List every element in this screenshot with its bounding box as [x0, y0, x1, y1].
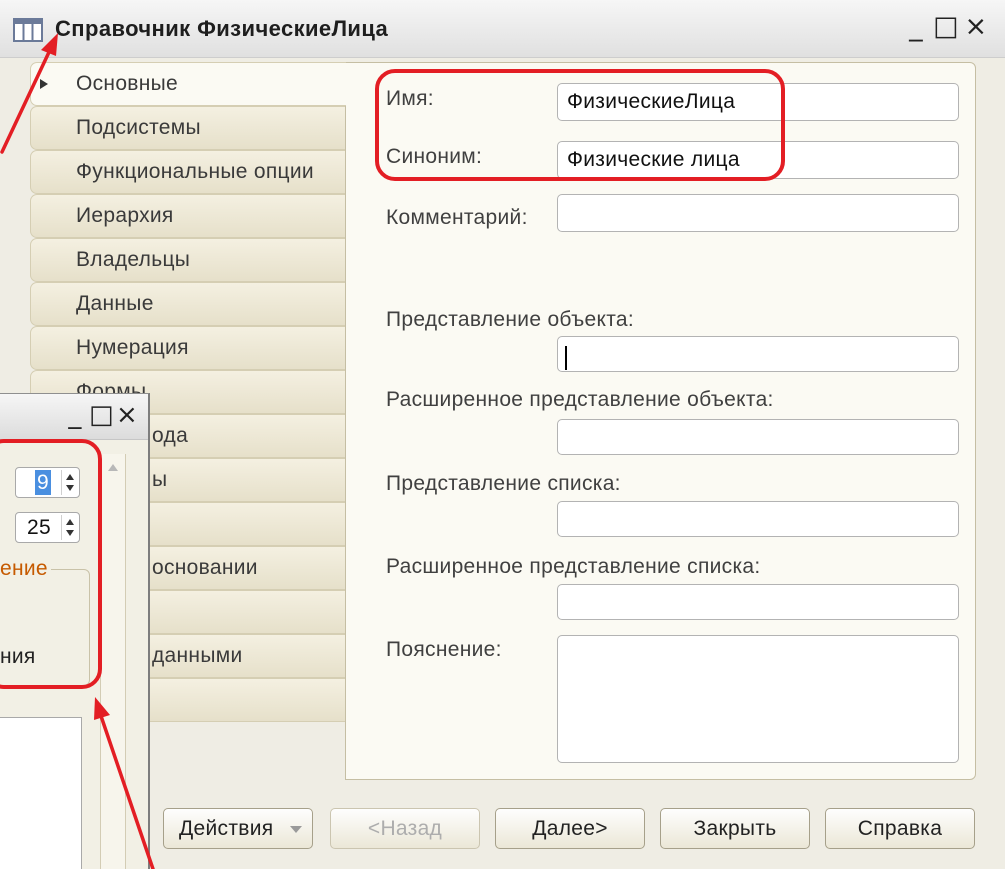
list-presentation-label: Представление списка:	[386, 472, 621, 495]
group-box-text: ния	[0, 645, 36, 668]
tab-label: ода	[152, 424, 189, 447]
name-label: Имя:	[386, 87, 434, 110]
vertical-scrollbar[interactable]	[100, 454, 126, 869]
tab-hierarchy[interactable]: Иерархия	[30, 194, 345, 238]
extended-list-presentation-label: Расширенное представление списка:	[386, 555, 761, 578]
spin-value: 9	[35, 470, 51, 495]
overlay-minimize-button[interactable]: _	[63, 397, 87, 433]
spin-value: 25	[27, 516, 51, 539]
chevron-down-icon	[290, 826, 302, 833]
synonym-label: Синоним:	[386, 145, 483, 168]
tab-label: Нумерация	[76, 336, 189, 359]
spin-buttons[interactable]	[61, 470, 77, 495]
actions-button-label: Действия	[179, 817, 274, 840]
scroll-up-icon[interactable]	[108, 464, 118, 471]
arrow-up-icon[interactable]	[66, 519, 74, 525]
number-spin-field[interactable]: 25	[15, 512, 80, 543]
arrow-down-icon[interactable]	[66, 485, 74, 491]
extended-list-presentation-field[interactable]	[557, 584, 959, 620]
actions-button[interactable]: Действия	[163, 808, 313, 849]
explanation-field[interactable]	[557, 635, 959, 763]
tab-label: Подсистемы	[76, 116, 201, 139]
arrow-down-icon[interactable]	[66, 530, 74, 536]
window-title: Справочник ФизическиеЛица	[55, 16, 389, 41]
tab-label: Иерархия	[76, 204, 174, 227]
synonym-field[interactable]	[557, 141, 959, 179]
comment-field[interactable]	[557, 194, 959, 232]
maximize-button[interactable]: □	[932, 9, 960, 45]
minimize-button[interactable]: _	[902, 9, 930, 45]
overlay-title-bar[interactable]: _ □ ×	[0, 394, 148, 440]
overlapping-window: _ □ × 9 25 ение ния	[0, 393, 150, 869]
comment-label: Комментарий:	[386, 206, 528, 229]
tab-label: Владельцы	[76, 248, 191, 271]
list-area[interactable]	[0, 717, 82, 869]
close-button[interactable]: ×	[962, 9, 990, 45]
object-presentation-field[interactable]	[557, 336, 959, 372]
overlay-maximize-button[interactable]: □	[89, 397, 114, 433]
group-box	[0, 569, 90, 686]
tab-owners[interactable]: Владельцы	[30, 238, 345, 282]
text-caret	[565, 346, 567, 370]
group-box-caption: ение	[0, 558, 51, 580]
tab-label: Функциональные опции	[76, 160, 314, 183]
triangle-right-icon	[40, 79, 48, 89]
tab-label: основании	[152, 556, 258, 579]
title-bar[interactable]: Справочник ФизическиеЛица _ □ ×	[0, 0, 1005, 58]
arrow-up-icon[interactable]	[66, 474, 74, 480]
extended-object-presentation-label: Расширенное представление объекта:	[386, 388, 774, 411]
tab-numbering[interactable]: Нумерация	[30, 326, 345, 370]
tab-functional-options[interactable]: Функциональные опции	[30, 150, 345, 194]
next-button[interactable]: Далее>	[495, 808, 645, 849]
tab-label: Данные	[76, 292, 154, 315]
tab-subsystems[interactable]: Подсистемы	[30, 106, 345, 150]
spin-buttons[interactable]	[61, 515, 77, 540]
explanation-label: Пояснение:	[386, 638, 502, 661]
object-presentation-label: Представление объекта:	[386, 308, 634, 331]
overlay-close-button[interactable]: ×	[115, 397, 139, 433]
name-field[interactable]	[557, 83, 959, 121]
close-dialog-button[interactable]: Закрыть	[660, 808, 810, 849]
number-spin-field[interactable]: 9	[15, 467, 80, 498]
tab-label: Основные	[76, 72, 179, 95]
tab-label: данными	[152, 644, 243, 667]
back-button[interactable]: <Назад	[330, 808, 480, 849]
help-button[interactable]: Справка	[825, 808, 975, 849]
tab-main[interactable]: Основные	[30, 62, 346, 106]
table-icon	[13, 18, 43, 42]
properties-panel: Имя: Синоним: Комментарий: Представление…	[345, 62, 976, 780]
extended-object-presentation-field[interactable]	[557, 419, 959, 455]
tab-label: ы	[152, 468, 168, 491]
tab-data[interactable]: Данные	[30, 282, 345, 326]
list-presentation-field[interactable]	[557, 501, 959, 537]
